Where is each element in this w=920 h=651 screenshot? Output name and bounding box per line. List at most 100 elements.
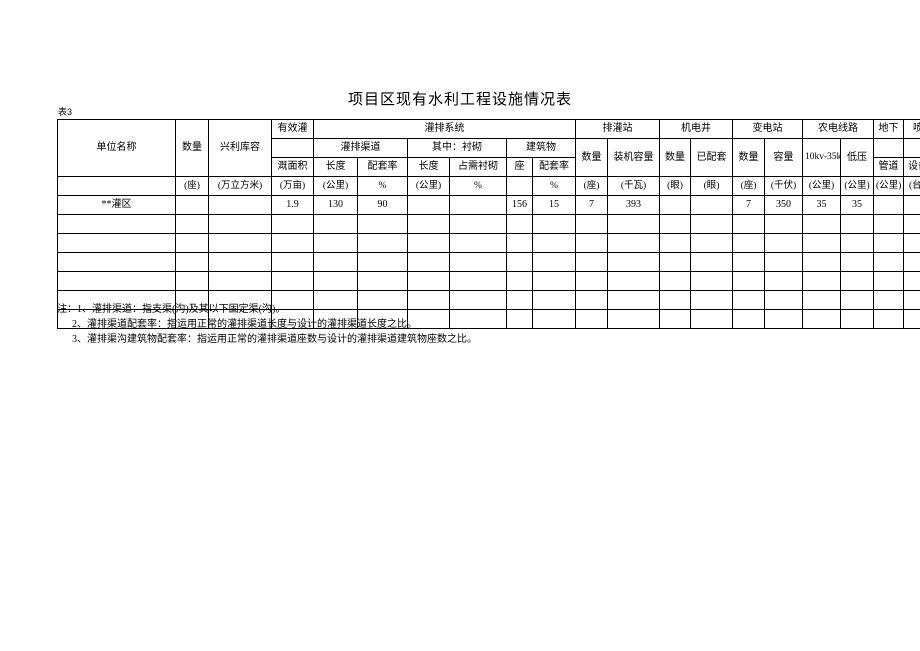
cell-effective-irrigation[interactable] [271,233,314,253]
cell-sub-capacity[interactable]: 350 [764,195,803,215]
cell-pump-capacity[interactable]: 393 [607,195,660,215]
cell-sprinkler[interactable] [903,252,920,272]
cell-line-lv[interactable]: 35 [840,195,874,215]
cell-lining-length[interactable] [407,214,450,234]
cell-sprinkler[interactable] [903,271,920,291]
cell-unit-name[interactable] [57,271,176,291]
cell-storage-capacity[interactable] [208,195,272,215]
table-row[interactable] [57,233,920,253]
cell-lining-required[interactable] [449,252,507,272]
cell-lining-length[interactable] [407,195,450,215]
cell-underground[interactable] [873,233,904,253]
cell-well-count[interactable] [659,233,691,253]
cell-storage-capacity[interactable] [208,271,272,291]
cell-line-hv[interactable] [802,233,841,253]
cell-well-count[interactable] [659,252,691,272]
cell-lining-length[interactable] [407,271,450,291]
cell-canal-rate[interactable]: 90 [357,195,408,215]
cell-well-count[interactable] [659,195,691,215]
cell-structures-rate[interactable] [532,271,576,291]
cell-unit-name[interactable] [57,233,176,253]
cell-sub-capacity[interactable] [764,252,803,272]
cell-sub-count[interactable] [732,252,765,272]
cell-structures-count[interactable]: 156 [506,195,533,215]
cell-canal-rate[interactable] [357,233,408,253]
cell-well-equipped[interactable] [690,233,733,253]
cell-pump-count[interactable] [575,233,608,253]
cell-structures-count[interactable] [506,214,533,234]
cell-line-hv[interactable] [802,252,841,272]
cell-storage-capacity[interactable] [208,252,272,272]
cell-sub-count[interactable] [732,214,765,234]
cell-canal-length[interactable]: 130 [313,195,358,215]
cell-structures-rate[interactable] [532,233,576,253]
table-row[interactable] [57,214,920,234]
cell-underground[interactable] [873,252,904,272]
cell-sprinkler[interactable] [903,195,920,215]
cell-line-hv[interactable] [802,214,841,234]
cell-effective-irrigation[interactable] [271,214,314,234]
cell-lining-required[interactable] [449,271,507,291]
cell-structures-count[interactable] [506,252,533,272]
cell-unit-name[interactable] [57,252,176,272]
cell-lining-required[interactable] [449,233,507,253]
cell-canal-length[interactable] [313,271,358,291]
cell-structures-rate[interactable]: 15 [532,195,576,215]
cell-line-hv[interactable] [802,271,841,291]
cell-canal-length[interactable] [313,214,358,234]
table-row[interactable]: **灌区 1.9 130 90 156 15 7 393 7 350 35 35 [57,195,920,215]
cell-sub-count[interactable] [732,271,765,291]
cell-sub-capacity[interactable] [764,233,803,253]
cell-line-lv[interactable] [840,214,874,234]
cell-well-count[interactable] [659,271,691,291]
cell-effective-irrigation[interactable]: 1.9 [271,195,314,215]
cell-pump-capacity[interactable] [607,252,660,272]
cell-underground[interactable] [873,195,904,215]
cell-line-lv[interactable] [840,233,874,253]
cell-well-count[interactable] [659,214,691,234]
cell-pump-count[interactable] [575,214,608,234]
cell-lining-length[interactable] [407,233,450,253]
cell-well-equipped[interactable] [690,271,733,291]
cell-unit-name[interactable] [57,214,176,234]
cell-pump-capacity[interactable] [607,271,660,291]
table-row[interactable] [57,271,920,291]
cell-sub-capacity[interactable] [764,271,803,291]
cell-well-equipped[interactable] [690,195,733,215]
cell-well-equipped[interactable] [690,214,733,234]
cell-effective-irrigation[interactable] [271,252,314,272]
cell-line-hv[interactable]: 35 [802,195,841,215]
cell-sprinkler[interactable] [903,309,920,329]
cell-pump-count[interactable]: 7 [575,195,608,215]
cell-canal-rate[interactable] [357,252,408,272]
cell-underground[interactable] [873,214,904,234]
cell-quantity[interactable] [175,252,209,272]
cell-effective-irrigation[interactable] [271,271,314,291]
cell-line-lv[interactable] [840,271,874,291]
cell-structures-count[interactable] [506,233,533,253]
cell-sprinkler[interactable] [903,290,920,310]
cell-lining-length[interactable] [407,252,450,272]
cell-underground[interactable] [873,290,904,310]
cell-canal-length[interactable] [313,252,358,272]
cell-structures-rate[interactable] [532,252,576,272]
cell-underground[interactable] [873,271,904,291]
cell-quantity[interactable] [175,214,209,234]
cell-well-equipped[interactable] [690,252,733,272]
cell-pump-capacity[interactable] [607,233,660,253]
cell-quantity[interactable] [175,233,209,253]
cell-storage-capacity[interactable] [208,214,272,234]
cell-lining-required[interactable] [449,195,507,215]
cell-sub-capacity[interactable] [764,214,803,234]
cell-canal-rate[interactable] [357,271,408,291]
cell-structures-count[interactable] [506,271,533,291]
cell-sub-count[interactable]: 7 [732,195,765,215]
cell-quantity[interactable] [175,195,209,215]
cell-canal-rate[interactable] [357,214,408,234]
cell-sprinkler[interactable] [903,214,920,234]
cell-lining-required[interactable] [449,214,507,234]
table-row[interactable] [57,252,920,272]
cell-unit-name[interactable]: **灌区 [57,195,176,215]
cell-underground[interactable] [873,309,904,329]
cell-quantity[interactable] [175,271,209,291]
